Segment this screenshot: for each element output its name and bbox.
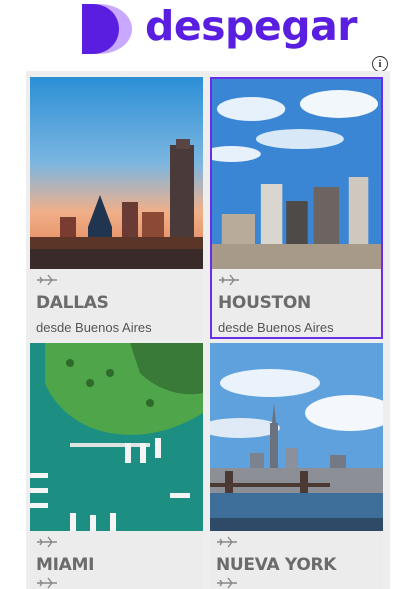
- destination-card-dallas[interactable]: DALLAS desde Buenos Aires: [30, 77, 203, 339]
- airplane-icon: [217, 577, 237, 589]
- miami-marina-image: [30, 343, 203, 531]
- destination-city: MIAMI: [36, 555, 95, 575]
- despegar-logo-icon: [82, 4, 132, 54]
- destination-origin: desde Buenos Aires: [218, 320, 334, 335]
- destination-city: HOUSTON: [218, 293, 311, 313]
- destinations-grid: DALLAS desde Buenos Aires HOUSTON desde …: [26, 71, 390, 589]
- airplane-icon: [37, 274, 57, 286]
- destination-origin: desde Buenos Aires: [36, 320, 152, 335]
- destination-city: DALLAS: [36, 293, 109, 313]
- airplane-icon: [217, 536, 237, 548]
- destination-city: NUEVA YORK: [216, 555, 337, 575]
- destination-card-nueva-york[interactable]: NUEVA YORK: [210, 343, 383, 589]
- info-icon[interactable]: i: [372, 56, 388, 72]
- header: despegar: [0, 0, 416, 62]
- destination-card-miami[interactable]: MIAMI: [30, 343, 203, 589]
- destination-card-houston[interactable]: HOUSTON desde Buenos Aires: [210, 77, 383, 339]
- new-york-skyline-image: [210, 343, 383, 531]
- airplane-icon: [37, 577, 57, 589]
- houston-skyline-image: [212, 79, 381, 269]
- airplane-icon: [219, 274, 239, 286]
- dallas-skyline-image: [30, 77, 203, 269]
- brand-name: despegar: [145, 2, 357, 50]
- airplane-icon: [37, 536, 57, 548]
